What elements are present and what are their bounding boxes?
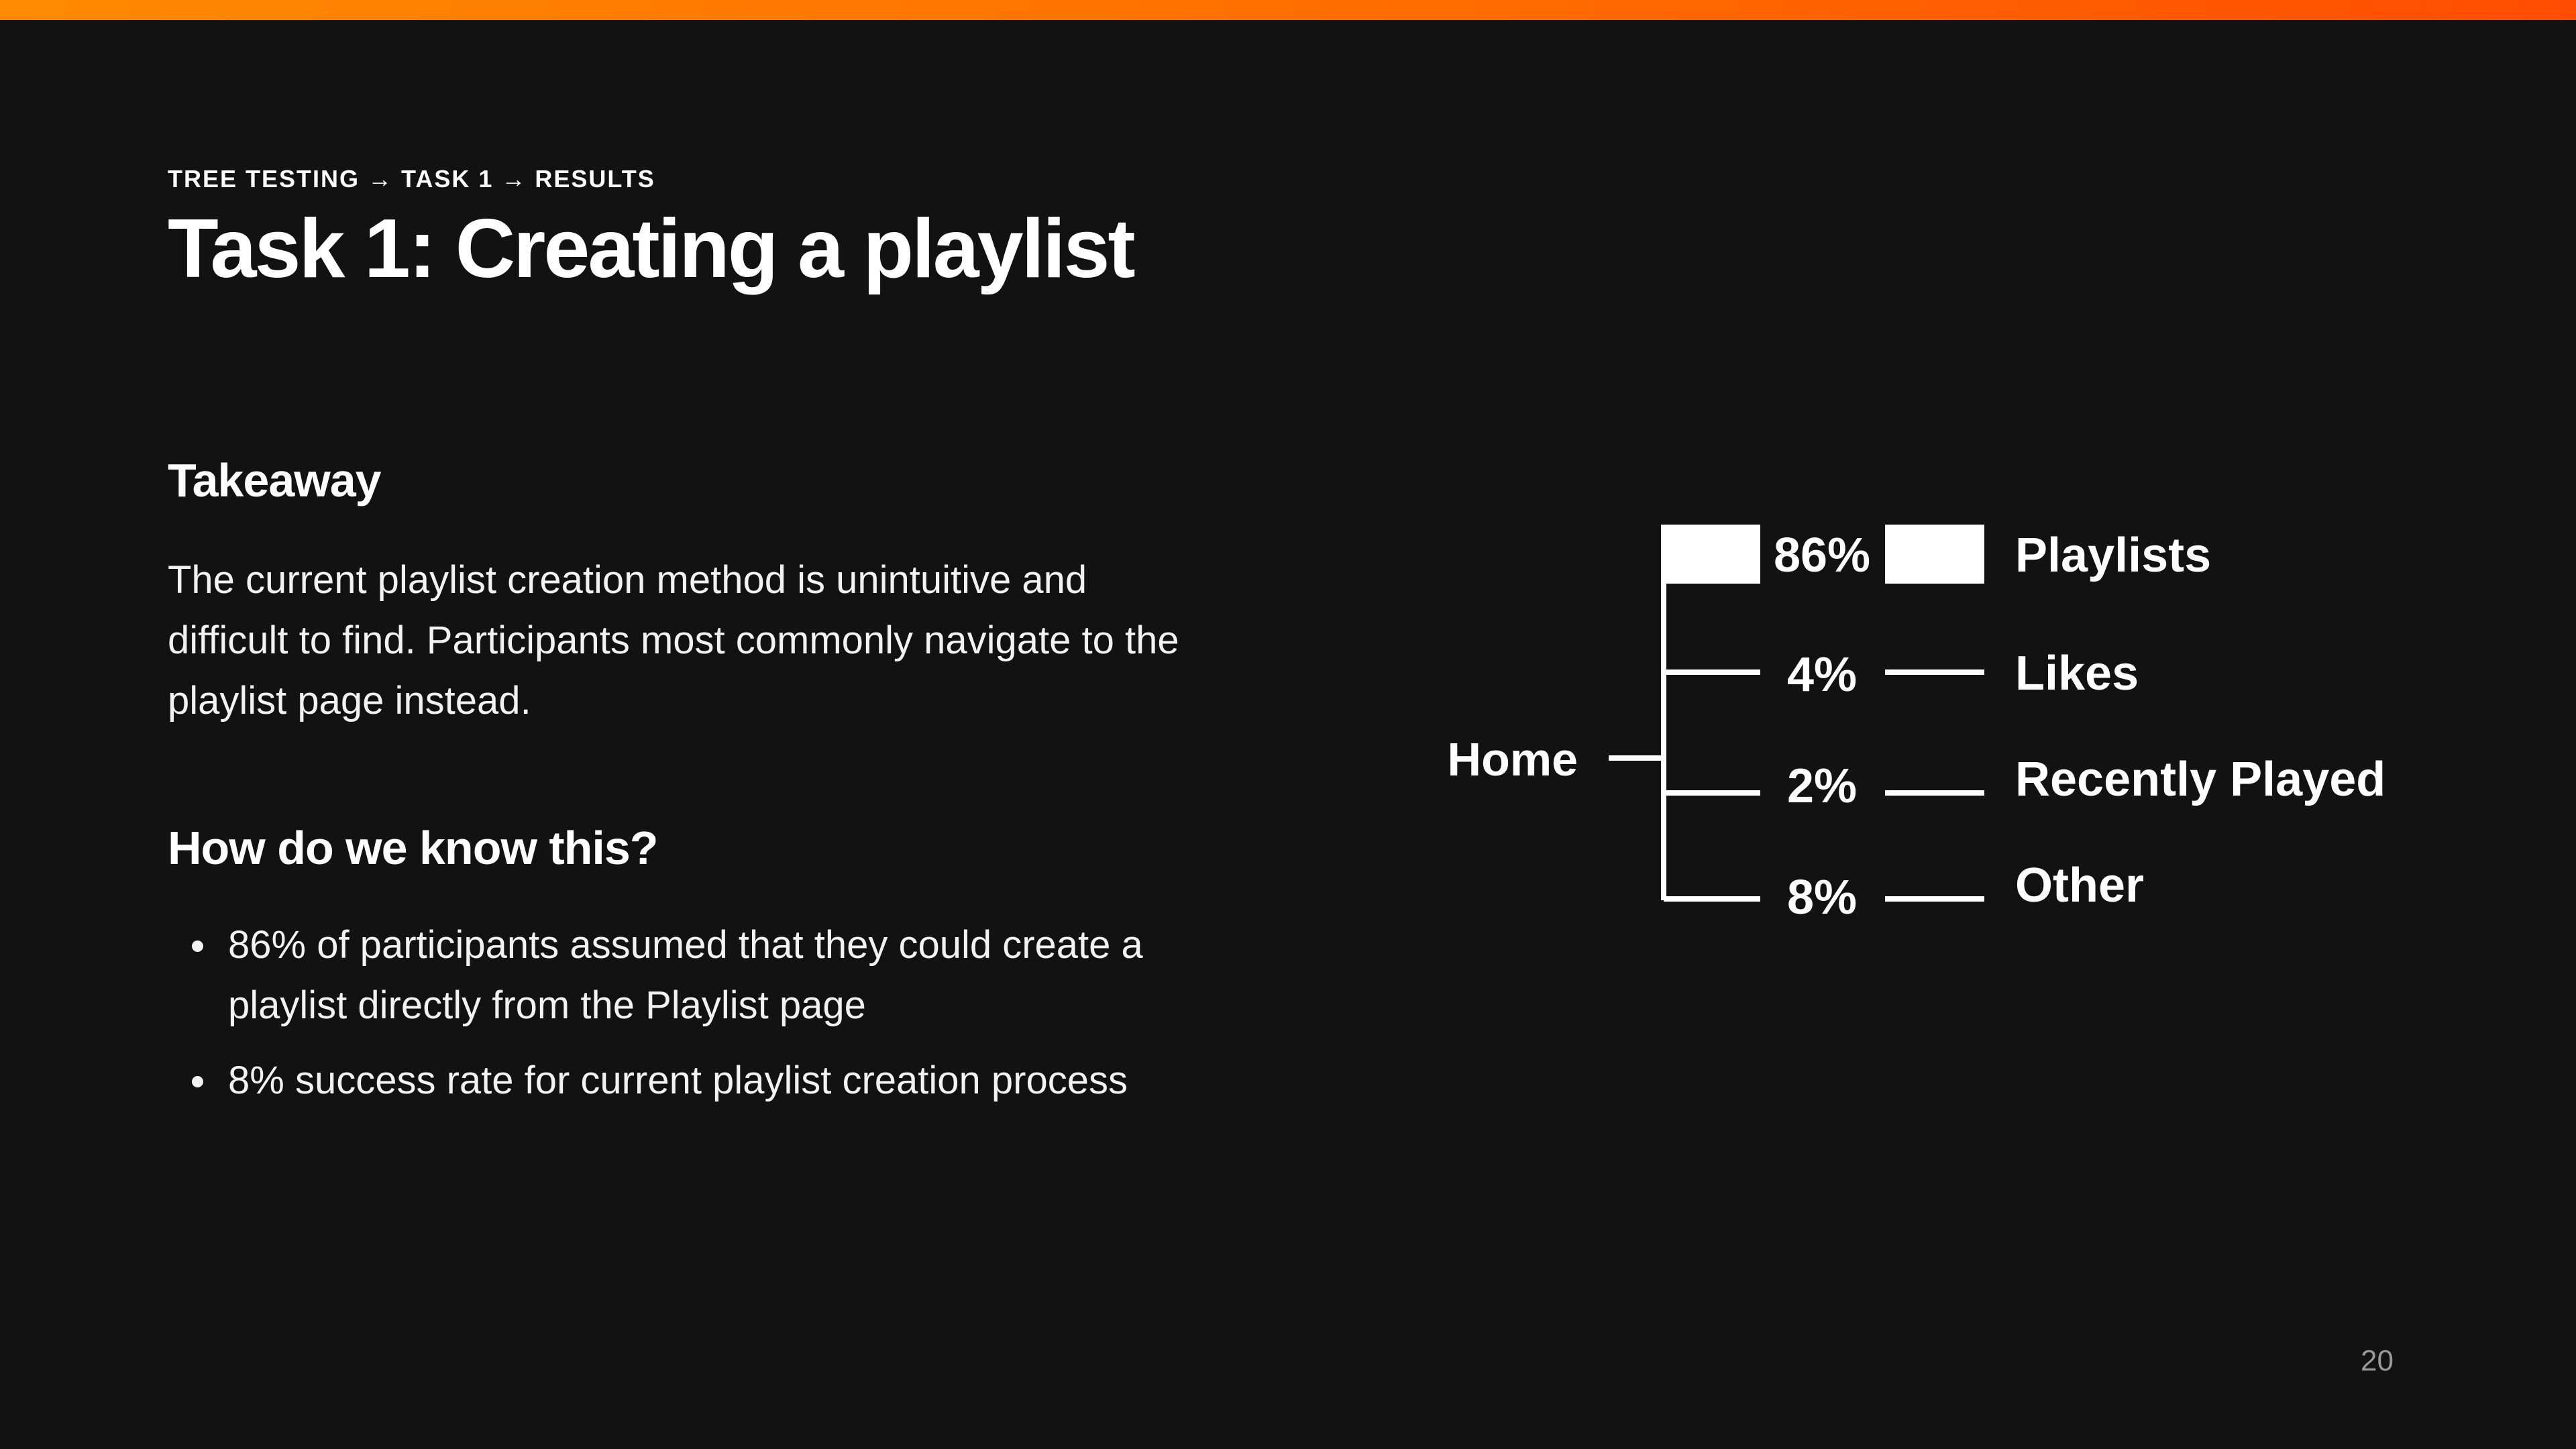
evidence-bullet-text: 8% success rate for current playlist cre… bbox=[228, 1059, 1128, 1102]
evidence-bullet-text: 86% of participants assumed that they co… bbox=[228, 923, 1143, 1027]
breadcrumb-arrow-icon: → bbox=[368, 165, 394, 193]
page-number: 20 bbox=[2361, 1344, 2394, 1377]
tree-branch-percent: 8% bbox=[1787, 871, 1857, 924]
evidence-list: 86% of participants assumed that they co… bbox=[168, 915, 1174, 1126]
evidence-heading: How do we know this? bbox=[168, 822, 659, 874]
tree-branch-label-playlists: Playlists bbox=[2015, 529, 2211, 582]
breadcrumb-item-results: RESULTS bbox=[535, 165, 655, 193]
bullet-icon bbox=[192, 1076, 203, 1087]
tree-branch-label-other: Other bbox=[2015, 859, 2144, 912]
tree-branch-label-likes: Likes bbox=[2015, 647, 2139, 700]
page-title: Task 1: Creating a playlist bbox=[168, 203, 1136, 295]
tree-branch-percent: 2% bbox=[1787, 759, 1857, 813]
takeaway-body: The current playlist creation method is … bbox=[168, 558, 1179, 722]
breadcrumb-item-tree-testing: TREE TESTING bbox=[168, 165, 360, 193]
tree-branch-percent: 86% bbox=[1774, 529, 1870, 582]
tree-branch-percent: 4% bbox=[1787, 648, 1857, 702]
tree-branch-highlight-left bbox=[1661, 525, 1760, 584]
bullet-icon bbox=[192, 941, 203, 952]
breadcrumb-arrow-icon: → bbox=[501, 165, 527, 193]
tree-root-label: Home bbox=[1448, 733, 1578, 786]
list-item: 86% of participants assumed that they co… bbox=[168, 915, 1174, 1036]
breadcrumb-item-task-1: TASK 1 bbox=[401, 165, 494, 193]
accent-top-bar bbox=[0, 0, 2576, 20]
takeaway-heading: Takeaway bbox=[168, 454, 382, 506]
list-item: 8% success rate for current playlist cre… bbox=[168, 1051, 1174, 1111]
tree-branch-label-recently-played: Recently Played bbox=[2015, 753, 2385, 806]
breadcrumb: TREE TESTING → TASK 1 → RESULTS bbox=[168, 165, 655, 193]
tree-branch-highlight-right bbox=[1885, 525, 1984, 584]
